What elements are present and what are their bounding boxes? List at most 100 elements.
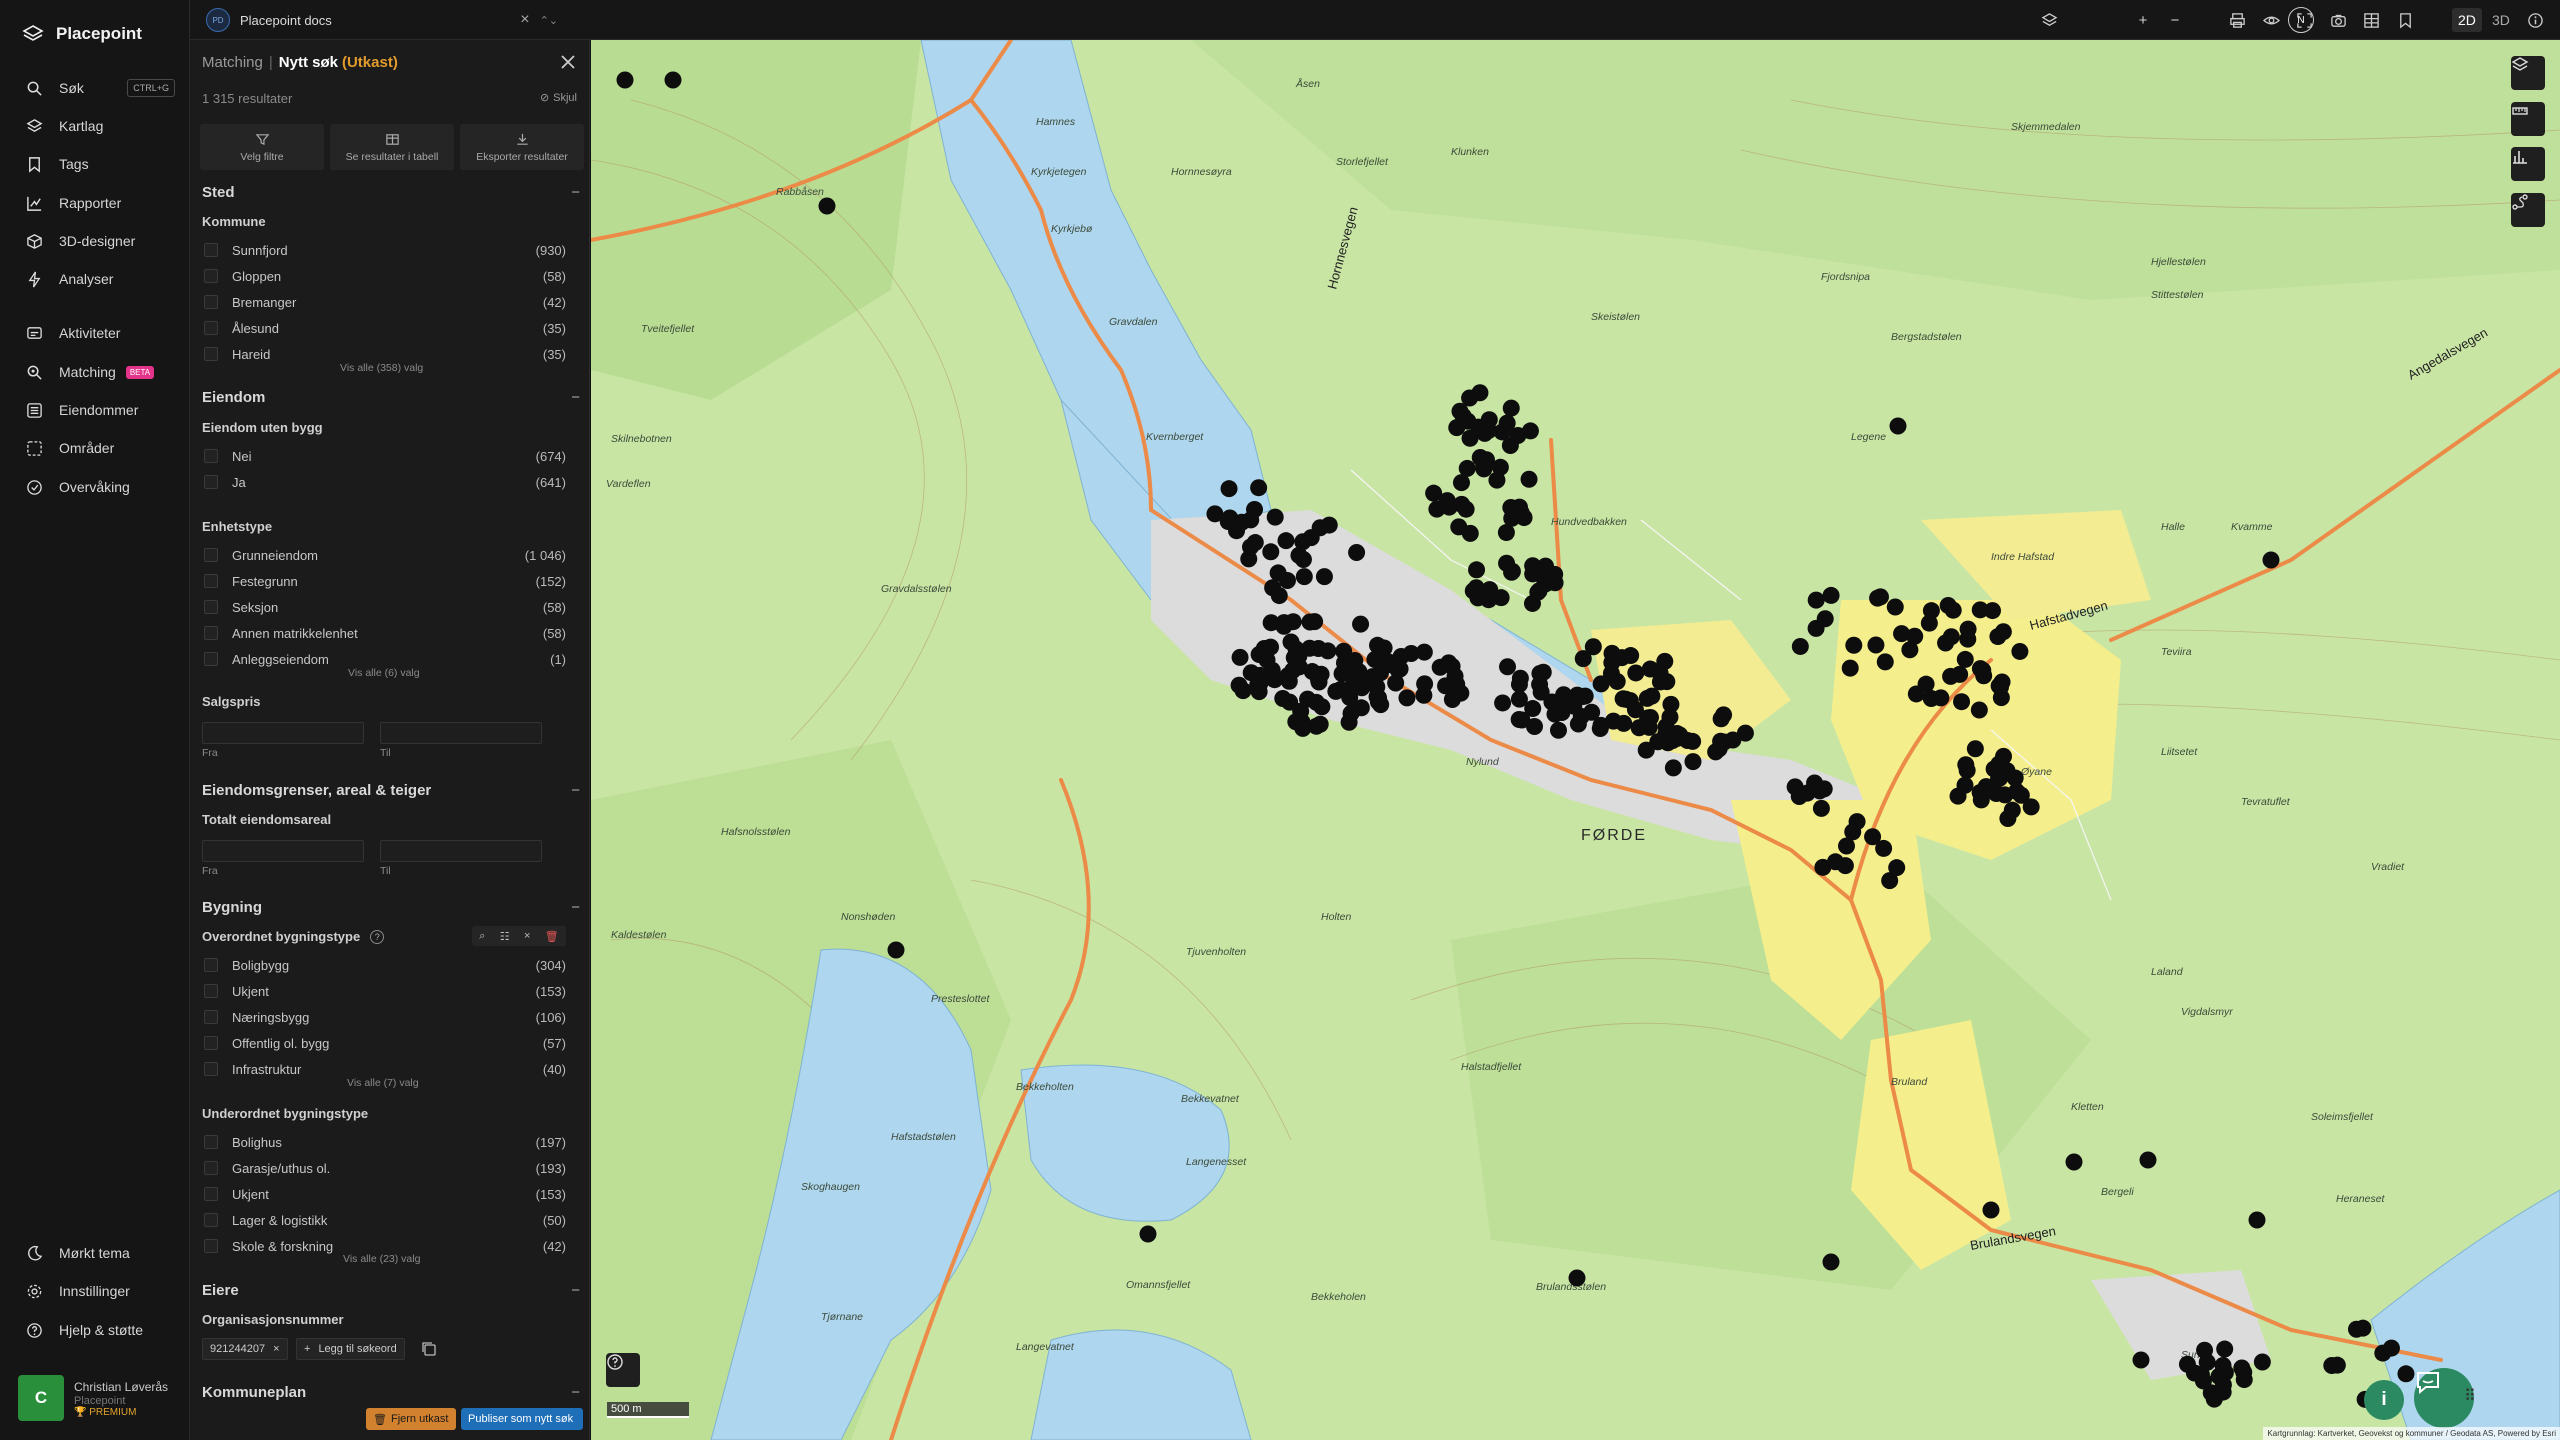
result-marker[interactable] bbox=[1295, 568, 1313, 586]
result-marker[interactable] bbox=[1524, 557, 1542, 575]
result-marker[interactable] bbox=[1241, 538, 1259, 556]
result-marker[interactable] bbox=[2214, 1376, 2232, 1394]
collapse-icon[interactable]: − bbox=[571, 184, 580, 201]
result-marker[interactable] bbox=[2235, 1363, 2253, 1381]
result-marker[interactable] bbox=[2192, 1365, 2210, 1383]
orgnr-chip[interactable]: 921244207 × bbox=[202, 1338, 288, 1360]
export-results-button[interactable]: Eksporter resultater bbox=[460, 124, 584, 170]
result-marker[interactable] bbox=[1303, 663, 1321, 681]
result-marker[interactable] bbox=[1315, 568, 1333, 586]
result-marker[interactable] bbox=[1231, 648, 1249, 666]
result-marker[interactable] bbox=[1282, 633, 1300, 651]
result-marker[interactable] bbox=[1372, 696, 1390, 714]
sidebar-item-dark-theme[interactable]: Mørkt tema bbox=[0, 1236, 189, 1270]
user-profile[interactable]: C Christian Løverås Placepoint 🏆 PREMIUM bbox=[18, 1372, 188, 1424]
result-marker[interactable] bbox=[1553, 704, 1571, 722]
result-marker[interactable] bbox=[1814, 858, 1832, 876]
result-marker[interactable] bbox=[1471, 449, 1489, 467]
areal-to-input[interactable] bbox=[380, 840, 542, 862]
route-button[interactable] bbox=[2511, 193, 2545, 227]
result-marker[interactable] bbox=[1498, 414, 1516, 432]
result-marker[interactable] bbox=[1262, 543, 1280, 561]
result-marker[interactable] bbox=[1627, 664, 1645, 682]
result-marker[interactable] bbox=[1398, 689, 1416, 707]
result-marker[interactable] bbox=[1812, 799, 1830, 817]
result-marker[interactable] bbox=[1971, 601, 1989, 619]
filter-option[interactable]: Gloppen (58) bbox=[202, 264, 566, 288]
result-marker[interactable] bbox=[1614, 690, 1632, 708]
help-icon[interactable]: ? bbox=[370, 929, 385, 944]
grid-view-icon[interactable] bbox=[2360, 9, 2382, 31]
collapse-icon[interactable]: − bbox=[571, 899, 580, 916]
result-marker[interactable] bbox=[1309, 640, 1327, 658]
result-marker[interactable] bbox=[1480, 422, 1498, 440]
measure-button[interactable] bbox=[2511, 102, 2545, 136]
result-marker[interactable] bbox=[1294, 550, 1312, 568]
result-marker[interactable] bbox=[1266, 508, 1284, 526]
result-marker[interactable] bbox=[1637, 741, 1655, 759]
filter-option[interactable]: Bremanger (42) bbox=[202, 290, 566, 314]
checkbox[interactable] bbox=[204, 652, 218, 666]
result-marker[interactable] bbox=[1569, 715, 1587, 733]
print-icon[interactable] bbox=[2226, 9, 2248, 31]
result-marker[interactable] bbox=[1615, 714, 1633, 732]
result-marker[interactable] bbox=[1549, 721, 1567, 739]
zoom-in-icon[interactable]: + bbox=[2132, 9, 2154, 31]
result-marker[interactable] bbox=[1658, 673, 1676, 691]
section-eiere[interactable]: Eiere − bbox=[202, 1278, 580, 1302]
result-marker[interactable] bbox=[1592, 675, 1610, 693]
result-marker[interactable] bbox=[1975, 667, 1993, 685]
result-marker[interactable] bbox=[1228, 522, 1246, 540]
result-marker[interactable] bbox=[1515, 509, 1533, 527]
checkbox[interactable] bbox=[204, 1135, 218, 1149]
result-marker[interactable] bbox=[2139, 1151, 2157, 1169]
sidebar-item-rapporter[interactable]: Rapporter bbox=[0, 186, 189, 220]
result-marker[interactable] bbox=[1982, 1201, 2000, 1219]
result-marker[interactable] bbox=[1888, 859, 1906, 877]
result-marker[interactable] bbox=[1450, 518, 1468, 536]
result-marker[interactable] bbox=[1230, 676, 1248, 694]
result-marker[interactable] bbox=[2248, 1211, 2266, 1229]
result-marker[interactable] bbox=[1608, 672, 1626, 690]
result-marker[interactable] bbox=[1845, 636, 1863, 654]
result-marker[interactable] bbox=[1468, 561, 1486, 579]
result-marker[interactable] bbox=[1457, 500, 1475, 518]
result-marker[interactable] bbox=[2262, 551, 2280, 569]
stats-button[interactable] bbox=[2511, 147, 2545, 181]
result-marker[interactable] bbox=[1583, 703, 1601, 721]
filter-option[interactable]: Ålesund (35) bbox=[202, 316, 566, 340]
result-marker[interactable] bbox=[2132, 1351, 2150, 1369]
result-marker[interactable] bbox=[1893, 625, 1911, 643]
result-marker[interactable] bbox=[818, 197, 836, 215]
result-marker[interactable] bbox=[1362, 671, 1380, 689]
collapse-icon[interactable]: − bbox=[571, 389, 580, 406]
sidebar-item-matching[interactable]: Matching BETA bbox=[0, 355, 189, 389]
result-marker[interactable] bbox=[1901, 641, 1919, 659]
result-marker[interactable] bbox=[1638, 689, 1656, 707]
result-marker[interactable] bbox=[1391, 660, 1409, 678]
choose-filters-button[interactable]: Velg filtre bbox=[200, 124, 324, 170]
updown-chevron-icon[interactable]: ⌃⌄ bbox=[540, 14, 558, 27]
result-marker[interactable] bbox=[1791, 637, 1809, 655]
result-marker[interactable] bbox=[2011, 642, 2029, 660]
result-marker[interactable] bbox=[1437, 677, 1455, 695]
result-marker[interactable] bbox=[1951, 665, 1969, 683]
result-marker[interactable] bbox=[1568, 1269, 1586, 1287]
result-marker[interactable] bbox=[1307, 693, 1325, 711]
show-all-link[interactable]: Vis alle (6) valg bbox=[348, 667, 420, 679]
result-marker[interactable] bbox=[1262, 614, 1280, 632]
result-marker[interactable] bbox=[1816, 610, 1834, 628]
brand[interactable]: Placepoint bbox=[22, 20, 142, 48]
result-marker[interactable] bbox=[1369, 636, 1387, 654]
result-marker[interactable] bbox=[2216, 1340, 2234, 1358]
collapse-icon[interactable]: − bbox=[571, 1282, 580, 1299]
result-marker[interactable] bbox=[1280, 672, 1298, 690]
result-marker[interactable] bbox=[1344, 677, 1362, 695]
search-icon[interactable]: ⌕ bbox=[479, 930, 485, 943]
map-view[interactable]: FØRDE Angedalsvegen Hafstadvegen Bruland… bbox=[591, 40, 2560, 1440]
eye-icon[interactable] bbox=[2260, 9, 2282, 31]
result-marker[interactable] bbox=[1530, 582, 1548, 600]
result-marker[interactable] bbox=[1251, 666, 1269, 684]
result-marker[interactable] bbox=[1869, 589, 1887, 607]
result-marker[interactable] bbox=[1838, 837, 1856, 855]
